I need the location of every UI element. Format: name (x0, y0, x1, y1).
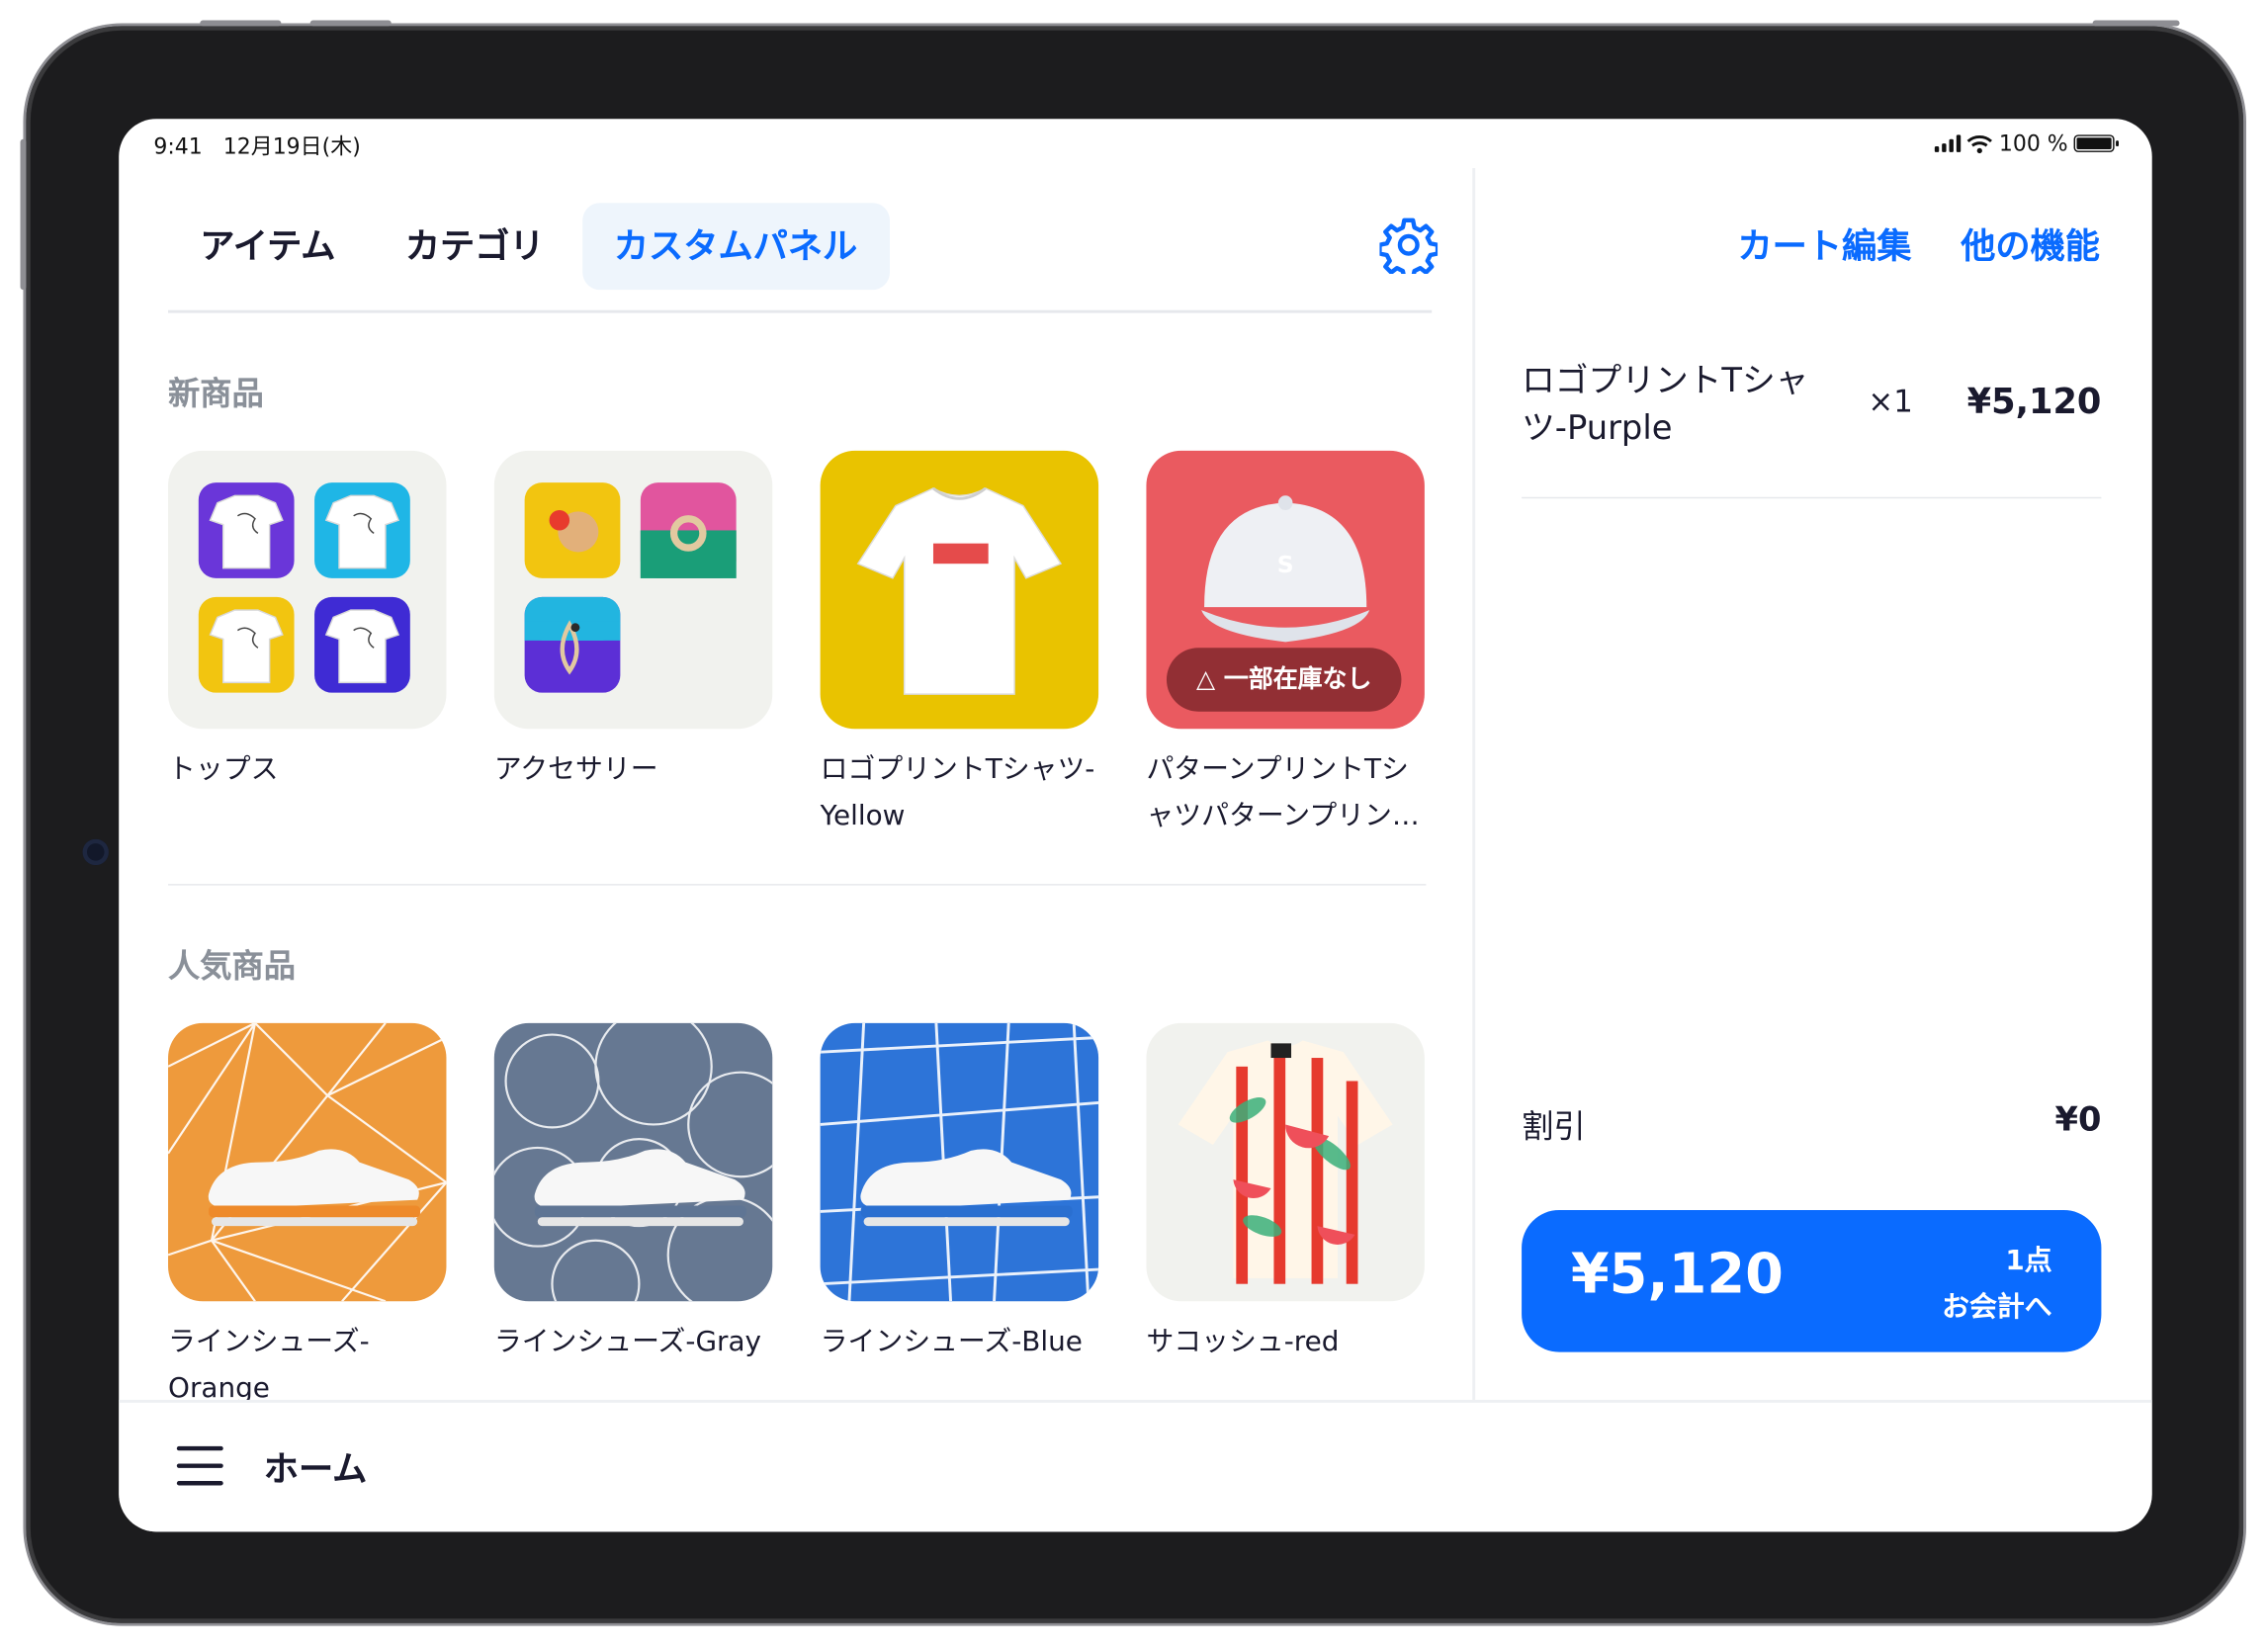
shoe-orange-thumbnail (168, 1022, 447, 1302)
checkout-total: ¥5,120 (1570, 1242, 1784, 1306)
checkout-button[interactable]: ¥5,120 1点 お会計へ (1522, 1209, 2102, 1352)
power-button (2092, 20, 2180, 27)
shoe-blue-thumbnail (820, 1022, 1099, 1302)
product-name: トップス (168, 753, 279, 786)
product-tile-tops[interactable]: トップス (168, 450, 447, 793)
hamburger-menu-icon[interactable] (176, 1445, 223, 1487)
stage: 9:41 12月19日(木) 100 % アイテム カテゴリ カスタムパネル 新… (0, 0, 2268, 1651)
section-divider (168, 884, 1427, 886)
stock-badge: △ 一部在庫なし (1166, 648, 1402, 712)
cart-item-name: ロゴプリントTシャツ-Purple (1522, 362, 1809, 448)
product-tile-shoe-blue[interactable]: ラインシューズ-Blue (820, 1022, 1099, 1365)
status-right: 100 % (1935, 130, 2119, 157)
warning-triangle-icon: △ (1196, 664, 1216, 695)
volume-up-button (200, 20, 282, 27)
gear-icon[interactable] (1379, 216, 1439, 275)
cart-divider (1522, 496, 2102, 499)
panel-divider (1472, 168, 1476, 1400)
product-name: パターンプリントTシャツパターンプリントTシャツ (1146, 753, 1420, 832)
tab-custom-panel[interactable]: カスタムパネル (581, 203, 890, 291)
cart-item-qty: ×1 (1868, 384, 1913, 419)
status-date: 12月19日(木) (222, 132, 361, 160)
front-camera (82, 838, 109, 866)
product-name: ラインシューズ-Gray (493, 1326, 762, 1358)
volume-down-button (309, 20, 392, 27)
product-tile-shoe-gray[interactable]: ラインシューズ-Gray (493, 1022, 773, 1365)
status-bar: 9:41 12月19日(木) 100 % (119, 119, 2152, 171)
aloha-shirt-thumbnail (1146, 1022, 1425, 1302)
cap-red-thumbnail: S △ 一部在庫なし (1146, 450, 1425, 730)
battery-icon (2073, 134, 2119, 152)
tab-categories[interactable]: カテゴリ (374, 203, 576, 290)
bottom-bar: ホーム (119, 1399, 2152, 1532)
product-tile-logo-tshirt-yellow[interactable]: ロゴプリントTシャツ-Yellow (820, 450, 1099, 839)
tshirt-yellow-thumbnail (820, 450, 1099, 730)
status-time: 9:41 12月19日(木) (153, 132, 361, 160)
checkout-item-count: 1点 (2005, 1245, 2052, 1277)
svg-text:S: S (1277, 551, 1294, 578)
product-tile-pattern-tshirt[interactable]: S △ 一部在庫なし パターンプリントTシャツパターンプリントTシャツ (1146, 450, 1425, 839)
discount-row[interactable]: 割引 ¥0 (1522, 1101, 2101, 1154)
product-name: アクセサリー (493, 753, 658, 786)
shoe-gray-thumbnail (493, 1022, 773, 1302)
battery-percent: 100 % (1998, 130, 2068, 157)
product-tile-accessories[interactable]: アクセサリー (493, 450, 773, 793)
discount-label: 割引 (1522, 1109, 1586, 1147)
discount-value: ¥0 (2054, 1101, 2102, 1140)
product-name: ラインシューズ-Blue (820, 1326, 1083, 1358)
checkout-label: お会計へ (1942, 1291, 2052, 1324)
tabs-divider (168, 309, 1433, 313)
tab-items[interactable]: アイテム (168, 203, 368, 290)
side-button (20, 138, 27, 291)
product-tile-shoe-orange[interactable]: ラインシューズ-Orange (168, 1022, 447, 1412)
cart-line-item[interactable]: ロゴプリントTシャツ-Purple ×1 ¥5,120 (1522, 358, 2101, 451)
product-name: ラインシューズ-Orange (168, 1326, 370, 1405)
app-screen: 9:41 12月19日(木) 100 % アイテム カテゴリ カスタムパネル 新… (119, 119, 2152, 1532)
tops-folder-thumbnail (168, 450, 447, 730)
wifi-icon (1967, 134, 1993, 153)
page-title: ホーム (263, 1448, 368, 1490)
more-functions-button[interactable]: 他の機能 (1961, 217, 2100, 268)
panel-tabs: アイテム カテゴリ カスタムパネル (168, 203, 895, 291)
product-name: サコッシュ-red (1146, 1326, 1340, 1358)
section-title-new: 新商品 (168, 377, 264, 413)
cart-edit-button[interactable]: カート編集 (1737, 217, 1911, 268)
cart-actions: カート編集 他の機能 (1737, 217, 2099, 268)
accessory-folder-thumbnail (493, 450, 773, 730)
product-tile-sacoche-red[interactable]: サコッシュ-red (1146, 1022, 1425, 1365)
section-title-popular: 人気商品 (168, 949, 297, 986)
cellular-signal-icon (1935, 134, 1962, 152)
cart-item-price: ¥5,120 (1966, 381, 2102, 422)
product-name: ロゴプリントTシャツ-Yellow (820, 753, 1095, 832)
